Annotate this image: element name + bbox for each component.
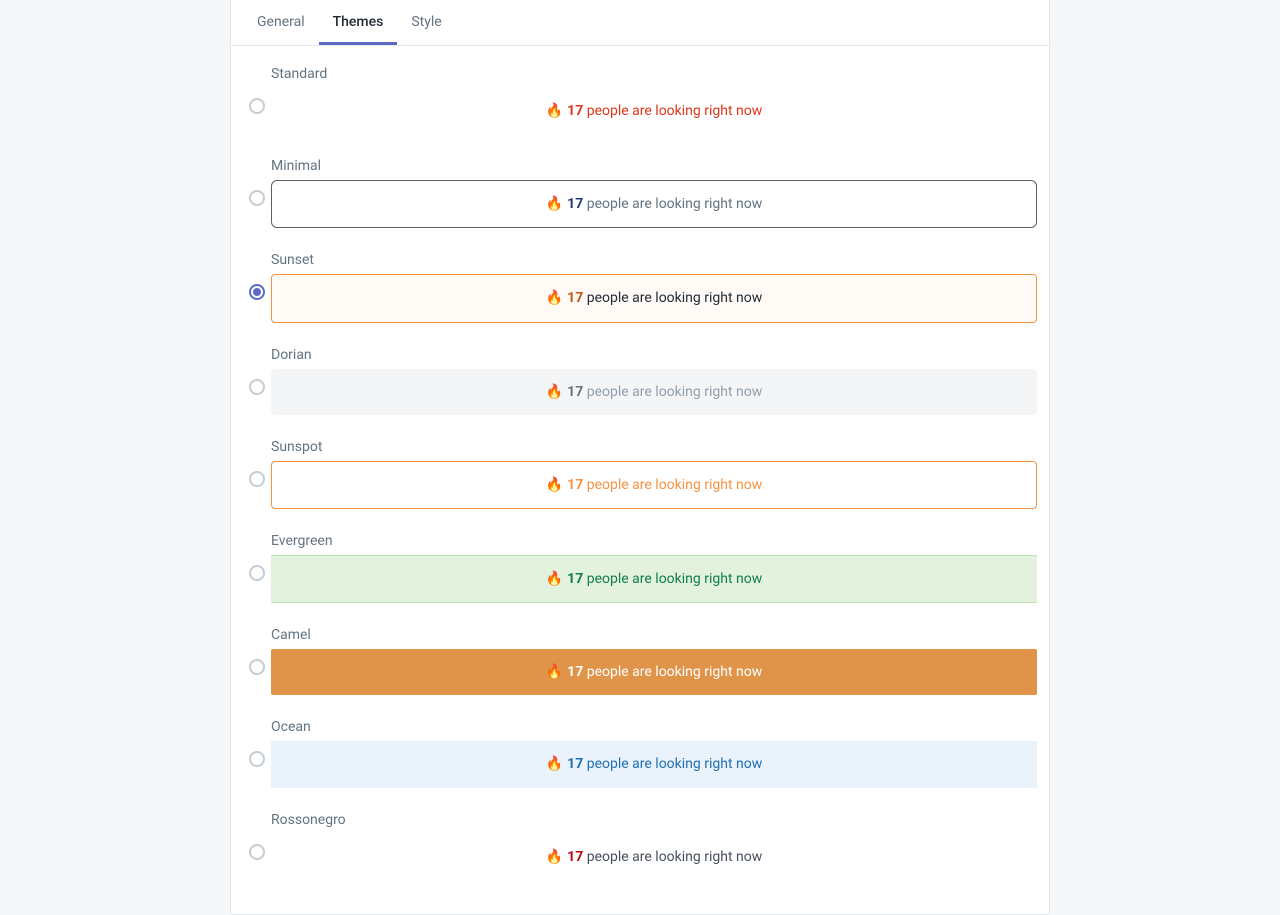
theme-option-ocean[interactable]: Ocean 🔥17 people are looking right now (243, 709, 1037, 801)
preview-count: 17 (567, 103, 583, 119)
fire-icon: 🔥 (546, 290, 563, 306)
theme-label: Ocean (271, 719, 1037, 735)
theme-option-minimal[interactable]: Minimal 🔥17 people are looking right now (243, 148, 1037, 242)
preview-message: people are looking right now (587, 477, 763, 493)
theme-label: Sunset (271, 252, 1037, 268)
theme-option-dorian[interactable]: Dorian 🔥17 people are looking right now (243, 337, 1037, 429)
radio-standard[interactable] (249, 98, 265, 114)
fire-icon: 🔥 (546, 477, 563, 493)
preview-message: people are looking right now (587, 196, 763, 212)
preview-count: 17 (567, 849, 583, 865)
preview-message: people are looking right now (587, 756, 763, 772)
theme-option-standard[interactable]: Standard 🔥17 people are looking right no… (243, 56, 1037, 148)
theme-preview-sunset: 🔥17 people are looking right now (271, 274, 1037, 322)
fire-icon: 🔥 (546, 196, 563, 212)
theme-preview-standard: 🔥17 people are looking right now (271, 88, 1037, 134)
theme-label: Minimal (271, 158, 1037, 174)
theme-label: Evergreen (271, 533, 1037, 549)
fire-icon: 🔥 (546, 849, 563, 865)
theme-preview-dorian: 🔥17 people are looking right now (271, 369, 1037, 415)
theme-label: Rossonegro (271, 812, 1037, 828)
radio-camel[interactable] (249, 659, 265, 675)
theme-preview-sunspot: 🔥17 people are looking right now (271, 461, 1037, 509)
settings-panel: General Themes Style Standard 🔥17 people… (230, 0, 1050, 915)
theme-option-camel[interactable]: Camel 🔥17 people are looking right now (243, 617, 1037, 709)
theme-label: Standard (271, 66, 1037, 82)
radio-evergreen[interactable] (249, 565, 265, 581)
theme-preview-evergreen: 🔥17 people are looking right now (271, 555, 1037, 603)
theme-preview-rossonegro: 🔥17 people are looking right now (271, 834, 1037, 880)
preview-count: 17 (567, 664, 583, 680)
preview-message: people are looking right now (587, 664, 763, 680)
tab-style[interactable]: Style (397, 0, 455, 45)
preview-message: people are looking right now (587, 384, 763, 400)
theme-options: Standard 🔥17 people are looking right no… (231, 46, 1049, 914)
theme-option-rossonegro[interactable]: Rossonegro 🔥17 people are looking right … (243, 802, 1037, 894)
radio-sunspot[interactable] (249, 471, 265, 487)
radio-rossonegro[interactable] (249, 844, 265, 860)
preview-message: people are looking right now (587, 571, 763, 587)
fire-icon: 🔥 (546, 571, 563, 587)
radio-minimal[interactable] (249, 190, 265, 206)
radio-ocean[interactable] (249, 751, 265, 767)
fire-icon: 🔥 (546, 103, 563, 119)
theme-preview-minimal: 🔥17 people are looking right now (271, 180, 1037, 228)
preview-message: people are looking right now (587, 103, 763, 119)
preview-count: 17 (567, 571, 583, 587)
theme-label: Camel (271, 627, 1037, 643)
tab-themes[interactable]: Themes (319, 0, 398, 45)
theme-preview-camel: 🔥17 people are looking right now (271, 649, 1037, 695)
theme-label: Sunspot (271, 439, 1037, 455)
preview-count: 17 (567, 384, 583, 400)
preview-message: people are looking right now (587, 849, 763, 865)
radio-sunset[interactable] (249, 284, 265, 300)
fire-icon: 🔥 (546, 756, 563, 772)
theme-preview-ocean: 🔥17 people are looking right now (271, 741, 1037, 787)
preview-message: people are looking right now (587, 290, 763, 306)
fire-icon: 🔥 (546, 384, 563, 400)
tab-general[interactable]: General (243, 0, 319, 45)
preview-count: 17 (567, 477, 583, 493)
fire-icon: 🔥 (546, 664, 563, 680)
theme-option-sunset[interactable]: Sunset 🔥17 people are looking right now (243, 242, 1037, 336)
tab-list: General Themes Style (231, 0, 1049, 46)
theme-option-sunspot[interactable]: Sunspot 🔥17 people are looking right now (243, 429, 1037, 523)
radio-dorian[interactable] (249, 379, 265, 395)
preview-count: 17 (567, 756, 583, 772)
preview-count: 17 (567, 290, 583, 306)
theme-option-evergreen[interactable]: Evergreen 🔥17 people are looking right n… (243, 523, 1037, 617)
preview-count: 17 (567, 196, 583, 212)
theme-label: Dorian (271, 347, 1037, 363)
